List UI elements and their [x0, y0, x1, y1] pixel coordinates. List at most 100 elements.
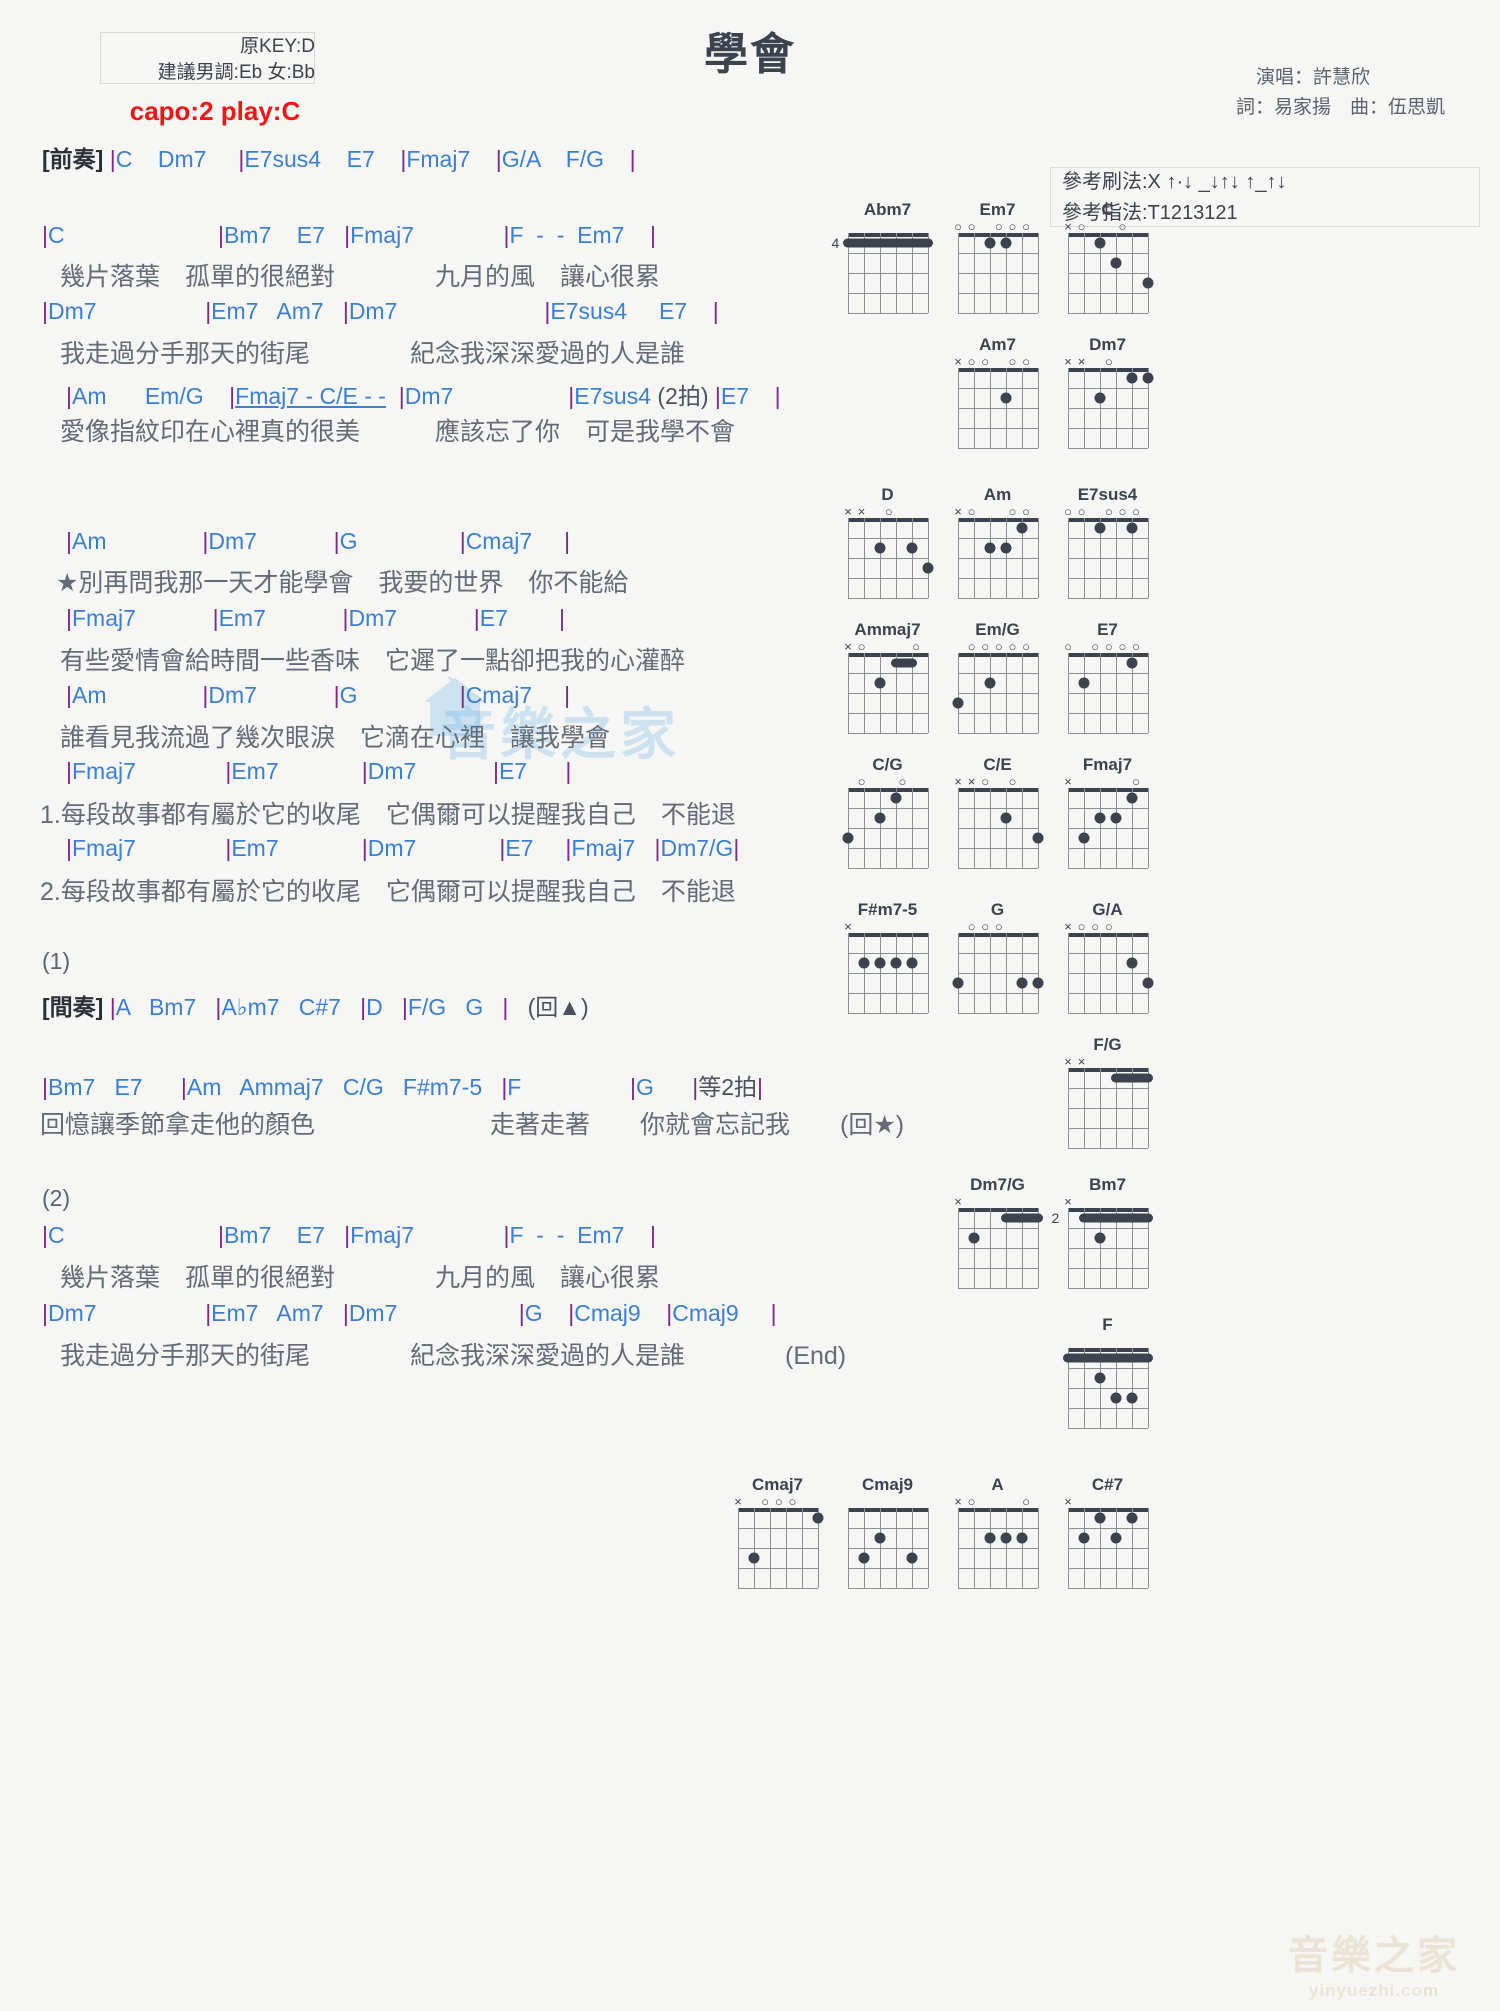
chord-diagram-bm7: Bm7 × 2 [1052, 1175, 1155, 1289]
chord-diagram-grid [737, 1508, 823, 1589]
chord-diagram-c-7: C#7 × [1060, 1475, 1155, 1589]
chord-diagram-c-e: C/E ○ ○ × × [950, 755, 1045, 869]
chord-diagram-open-muted-markers: ○ ○ ○ ○ ○ [954, 219, 1030, 234]
chord-diagram-am: Am ○ ○ ○ × [950, 485, 1045, 599]
lyric-line-brl1: 回憶讓季節拿走他的顏色 走著走著 你就會忘記我 (回★) [40, 1111, 905, 1139]
chord-diagram-c: C ○ ○ × [1060, 200, 1155, 314]
chord-diagram-f: F [1060, 1315, 1155, 1429]
lyric-line-ch1l5: 2.每段故事都有屬於它的收尾 它偶爾可以提醒我自己 不能退 [40, 878, 736, 906]
watermark-corner-sub: yinyuezhi.com [1308, 1981, 1440, 2000]
chord-diagram-label: Em/G [975, 620, 1020, 639]
capo-info: capo:2 play:C [129, 96, 301, 126]
chord-diagram-open-muted-markers: × × [1064, 1054, 1086, 1069]
chord-diagram-grid [842, 788, 929, 869]
chord-diagram-dm7-g: Dm7/G × [950, 1175, 1045, 1289]
chord-diagram-c-g: C/G ○ ○ [840, 755, 935, 869]
chord-diagram-grid [957, 788, 1043, 869]
chord-diagram-grid [952, 933, 1043, 1014]
chord-diagram-open-muted-markers: × [844, 919, 852, 934]
chord-diagram-grid [1067, 1508, 1149, 1589]
chord-diagram-g-a: G/A ○ ○ ○ × [1060, 900, 1155, 1014]
watermark-corner-text: 音樂之家 [1288, 1934, 1460, 1978]
chord-diagram-e7: E7 ○ ○ ○ ○ ○ [1060, 620, 1155, 734]
lyric-line-ch1l1: ★別再問我那一天才能學會 我要的世界 你不能給 [56, 569, 629, 597]
chord-diagram-em7: Em7 ○ ○ ○ ○ ○ [950, 200, 1045, 314]
chord-diagram-label: F/G [1093, 1035, 1122, 1054]
chord-diagram-open-muted-markers: ○ ○ × × [954, 774, 1017, 789]
strum-pattern: 參考刷法:X ↑·↓ _↓↑↓ ↑_↑↓ [1062, 171, 1287, 193]
chord-diagram-label: C/G [872, 755, 903, 774]
chord-diagram-em-g: Em/G ○ ○ ○ ○ ○ [950, 620, 1045, 734]
chord-diagram-dm7: Dm7 ○ × × [1060, 335, 1155, 449]
chord-line-ch1c3: |Am |Dm7 |G |Cmaj7 | [66, 682, 571, 708]
chord-diagram-am7: Am7 ○ ○ ○ ○ × [950, 335, 1045, 449]
chord-diagram-grid [957, 233, 1039, 314]
chord-line-brc1: |Bm7 E7 |Am Ammaj7 C/G F#m7-5 |F |G |等2拍… [42, 1074, 763, 1100]
chord-diagram-label: Am7 [979, 335, 1016, 354]
chord-diagram-open-muted-markers: × [954, 1194, 962, 1209]
chord-diagram-grid [1067, 1068, 1153, 1149]
chord-line-v2c2: |Dm7 |Em7 Am7 |Dm7 |G |Cmaj9 |Cmaj9 | [42, 1300, 777, 1326]
chord-diagram-label: A [991, 1475, 1004, 1494]
chord-diagram-a: A ○ ○ × [950, 1475, 1045, 1589]
chord-diagram-open-muted-markers: ○ × [1064, 774, 1140, 789]
chord-diagram-open-muted-markers: ○ ○ × [954, 1494, 1030, 1509]
chord-line-v2c1: |C |Bm7 E7 |Fmaj7 |F - - Em7 | [42, 1222, 656, 1248]
chord-diagram-grid [847, 933, 929, 1014]
chord-line-interlude: [間奏] |A Bm7 |A♭m7 C#7 |D |F/G G | (回▲) [42, 994, 589, 1020]
num-line-num2: (2) [42, 1185, 71, 1211]
chord-diagram-label: Abm7 [863, 200, 912, 219]
chord-diagram-label: C/E [983, 755, 1012, 774]
chord-diagram-grid: 2 [1052, 1208, 1153, 1289]
chord-diagram-f-m7-5: F#m7-5 × [840, 900, 935, 1014]
chord-line-intro: [前奏] |C Dm7 |E7sus4 E7 |Fmaj7 |G/A F/G | [42, 146, 636, 172]
chord-diagram-grid [1067, 653, 1149, 734]
chord-diagram-label: F#m7-5 [857, 900, 918, 919]
chord-diagram-grid [1067, 518, 1149, 599]
chord-line-ch1c4: |Fmaj7 |Em7 |Dm7 |E7 | [66, 758, 572, 784]
chord-sheet-page: 學會 原KEY:D 建議男調:Eb 女:Bb capo:2 play:C 演唱：… [0, 0, 1500, 2011]
chord-diagram-label: Cmaj9 [861, 1475, 914, 1494]
chord-diagram-open-muted-markers: ○ ○ ○ [967, 919, 1003, 934]
chord-diagram-open-muted-markers: ○ × × [844, 504, 893, 519]
chord-diagram-open-muted-markers: ○ ○ ○ ○ ○ [967, 639, 1030, 654]
chord-diagram-label: D [881, 485, 894, 504]
lyric-line-v1l2: 我走過分手那天的街尾 紀念我深深愛過的人是誰 [60, 340, 686, 368]
chord-diagram-cmaj9: Cmaj9 [840, 1475, 935, 1589]
watermark-corner: 音樂之家 yinyuezhi.com [1288, 1923, 1460, 2001]
chord-diagram-open-muted-markers [1060, 1335, 1155, 1348]
chord-line-v1c3: |Am Em/G |Fmaj7 - C/E - - |Dm7 |E7sus4 (… [66, 383, 781, 409]
chord-diagram-e7sus4: E7sus4 ○ ○ ○ ○ ○ [1060, 485, 1155, 599]
chord-diagram-grid [952, 653, 1039, 734]
chord-diagram-open-muted-markers: ○ ○ ○ ○ ○ [1064, 639, 1140, 654]
chord-diagram-label: Am [983, 485, 1012, 504]
chord-diagram-label: Ammaj7 [854, 620, 921, 639]
chord-diagram-abm7: Abm7 4 [832, 200, 935, 314]
chord-diagram-grid [1067, 788, 1149, 869]
chord-diagram-grid [1067, 368, 1153, 449]
writer-credit: 詞：易家揚 曲：伍思凱 [1235, 97, 1445, 118]
lyric-line-ch1l4: 1.每段故事都有屬於它的收尾 它偶爾可以提醒我自己 不能退 [40, 801, 736, 829]
chord-diagram-label: Em7 [979, 200, 1016, 219]
chord-diagram-grid [957, 518, 1039, 599]
chord-line-ch1c2: |Fmaj7 |Em7 |Dm7 |E7 | [66, 605, 566, 631]
chord-diagram-grid [847, 653, 929, 734]
chord-line-v1c2: |Dm7 |Em7 Am7 |Dm7 |E7sus4 E7 | [42, 298, 719, 324]
chord-diagram-open-muted-markers: ○ ○ ○ × [734, 1494, 797, 1509]
chord-diagram-g: G ○ ○ ○ [950, 900, 1045, 1014]
chord-diagram-open-muted-markers: ○ ○ ○ ○ ○ [1064, 504, 1140, 519]
chord-diagram-cmaj7: Cmaj7 ○ ○ ○ × [730, 1475, 825, 1589]
chord-diagram-ammaj7: Ammaj7 ○ ○ × [840, 620, 935, 734]
singer-credit: 演唱：許慧欣 [1255, 67, 1370, 88]
chord-diagram-label: G/A [1092, 900, 1123, 919]
chord-diagram-open-muted-markers [840, 220, 935, 233]
chord-diagram-grid [1067, 933, 1153, 1014]
chord-diagram-open-muted-markers: ○ ○ ○ × [954, 504, 1030, 519]
chord-diagram-label: E7sus4 [1077, 485, 1138, 504]
chord-diagram-label: Dm7/G [970, 1175, 1025, 1194]
chord-diagram-open-muted-markers: × [1064, 1194, 1072, 1209]
chord-diagram-grid [957, 368, 1039, 449]
chord-diagram-d: D ○ × × [840, 485, 935, 599]
chord-diagram-label: Cmaj7 [751, 1475, 804, 1494]
chord-diagram-label: Dm7 [1089, 335, 1126, 354]
